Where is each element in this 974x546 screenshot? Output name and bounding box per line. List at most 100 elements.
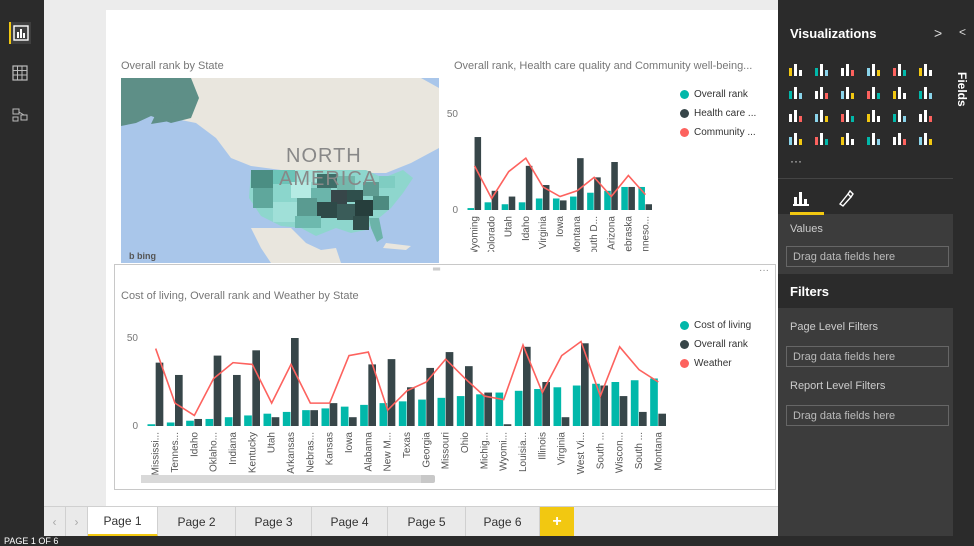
legend-label: Community ... [694,127,756,138]
map-visual[interactable]: b bing NORTH AMERICA [121,78,439,263]
tab-page-6[interactable]: Page 6 [466,507,540,537]
legend-item[interactable]: Health care ... [680,108,756,119]
add-page-button[interactable]: + [540,507,574,537]
legend-item[interactable]: Overall rank [680,89,748,100]
ribbon-icon[interactable] [892,85,908,99]
x-tick-label: Wiscon... [615,432,626,473]
stacked-bar-icon[interactable] [788,62,804,76]
line-icon[interactable] [788,85,804,99]
bar [594,177,601,210]
legend-label: Overall rank [694,339,748,350]
data-view-icon[interactable] [9,62,31,84]
legend-label: Cost of living [694,320,752,331]
bar [302,410,310,426]
card-icon[interactable] [866,131,882,145]
relationships-view-icon[interactable] [9,104,31,126]
bar [418,399,426,426]
map-icon[interactable] [840,108,856,122]
report-canvas: Overall rank by State b bing NORTH AMERI… [44,0,778,506]
clustered-bar-icon[interactable] [840,62,856,76]
filled-map-icon[interactable] [918,108,934,122]
report-filters-drop-zone[interactable]: Drag data fields here [786,405,949,426]
legend-item[interactable]: Cost of living [680,320,751,331]
area-icon[interactable] [814,85,830,99]
legend-item[interactable]: Community ... [680,127,756,138]
page-filters-drop-zone[interactable]: Drag data fields here [786,346,949,367]
bing-logo: b bing [129,251,156,261]
bar [552,198,560,210]
more-options-button[interactable]: ··· [759,265,769,276]
bar [560,200,567,210]
filters-title: Filters [790,284,830,299]
line-column-icon[interactable] [866,85,882,99]
tab-page-4[interactable]: Page 4 [312,507,388,537]
fields-tab-icon [793,192,809,206]
bar [535,198,543,210]
tab-scroll-left[interactable]: ‹ [44,507,66,537]
gauge-icon[interactable] [814,131,830,145]
x-tick-label: Michig... [479,432,490,469]
bar [645,204,652,210]
bar [611,382,620,426]
stacked-area-icon[interactable] [840,85,856,99]
x-tick-label: Iowa [555,216,566,238]
fields-pane-label: Fields [955,72,969,107]
legend-label: Overall rank [694,89,748,100]
table-icon[interactable] [866,108,882,122]
chart1-svg[interactable]: 0 50 Wyoming Colorado Utah Idaho Virginia Iowa M… [436,82,666,252]
clustered-column-icon[interactable] [866,62,882,76]
treemap-icon[interactable] [814,108,830,122]
x-tick-label: Wyoming [470,216,481,252]
bar [611,162,618,210]
100-bar-icon[interactable] [892,62,908,76]
tab-page-3[interactable]: Page 3 [236,507,312,537]
funnel-icon[interactable] [788,131,804,145]
matrix-icon[interactable] [892,108,908,122]
bar [561,417,570,426]
fields-format-tabs [778,178,953,215]
bar [252,350,260,426]
report-view-icon[interactable] [9,22,31,44]
fields-tab[interactable] [790,187,824,215]
chart1-title: Overall rank, Health care quality and Co… [454,60,753,72]
x-tick-label: Virginia [538,216,549,250]
report-filters-label: Report Level Filters [790,380,886,392]
stacked-column-icon[interactable] [814,62,830,76]
x-tick-label: New M... [383,432,394,471]
100-column-icon[interactable] [918,62,934,76]
bar [166,422,175,426]
x-tick-label: Tennes... [170,432,181,473]
x-tick-label: Montana [572,216,583,252]
tab-scroll-right[interactable]: › [66,507,88,537]
expand-fields-chevron-icon[interactable]: < [959,25,966,39]
x-tick-label: Nebraska [623,216,634,252]
x-tick-label: Kansas [325,432,336,465]
legend-item[interactable]: Weather [680,358,732,369]
values-drop-zone[interactable]: Drag data fields here [786,246,949,267]
bar [233,374,241,426]
slicer-icon[interactable] [892,131,908,145]
multi-row-card-icon[interactable] [840,131,856,145]
bar [224,417,233,426]
chart2-svg[interactable]: 0 50 Mississi... Tennes... Idaho Oklaho... Ind… [118,310,678,482]
donut-icon[interactable] [918,131,934,145]
scatter-icon[interactable] [918,85,934,99]
series-line [473,156,647,201]
bar [542,382,550,426]
bar [155,362,164,426]
tab-page-5[interactable]: Page 5 [388,507,466,537]
x-tick-label: Oklaho... [209,432,220,472]
x-tick-label: Georgia [421,432,432,468]
bar [621,186,628,210]
legend-item[interactable]: Overall rank [680,339,748,350]
format-tab[interactable] [836,189,858,209]
bar [175,374,183,426]
resize-grip[interactable]: ═ [433,264,440,275]
collapse-pane-chevron-icon[interactable]: > [934,25,942,41]
tab-page-1[interactable]: Page 1 [88,507,158,537]
fields-pane-collapsed[interactable]: < Fields [953,0,974,536]
tab-page-2[interactable]: Page 2 [158,507,236,537]
more-visuals-button[interactable]: ··· [790,154,802,168]
pie-icon[interactable] [788,108,804,122]
filters-header: Filters [778,274,953,308]
